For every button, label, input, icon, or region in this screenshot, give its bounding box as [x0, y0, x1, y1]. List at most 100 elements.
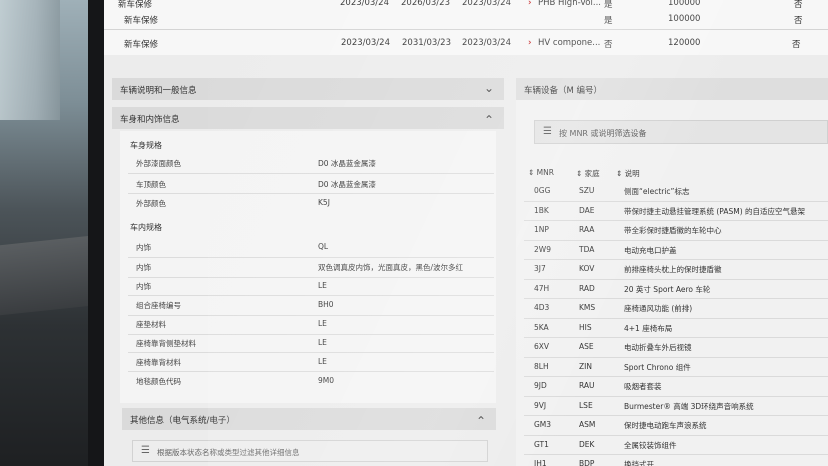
equipment-desc: 4+1 座椅布局: [624, 323, 673, 333]
spec-value: D0 冰晶蓝金属漆: [318, 159, 376, 168]
spec-key: 外部漆面颜色: [136, 159, 181, 168]
equipment-row[interactable]: 0GG SZU 侧面“electric”标志: [524, 182, 828, 202]
equipment-desc: 座椅通风功能 (前排): [624, 304, 693, 313]
group-title: 车身规格: [130, 141, 162, 150]
column-header-mnr[interactable]: ⇕ MNR: [528, 168, 554, 177]
equipment-row[interactable]: 2W9 TDA 电动充电口护盖: [524, 241, 828, 261]
filter-placeholder: 根据版本状态名称或类型过滤其他详细信息: [157, 448, 300, 457]
equipment-mnr: 9VJ: [534, 400, 547, 410]
equipment-mnr: 47H: [534, 283, 550, 293]
warranty-start: 2023/03/24: [341, 38, 390, 48]
warranty-last: 否: [794, 16, 803, 26]
equipment-row[interactable]: 3J7 KOV 前排座椅头枕上的保时捷盾徽: [524, 260, 828, 280]
equipment-row[interactable]: 9VJ LSE Burmester® 高端 3D环绕声音响系统: [524, 397, 828, 417]
column-label: 说明: [624, 169, 640, 178]
spec-row: 内饰 双色调真皮内饰，光面真皮，黑色/波尔多红: [128, 258, 494, 276]
spec-value: BH0: [318, 300, 334, 309]
chevron-up-icon[interactable]: ⌃: [476, 414, 486, 428]
equipment-mnr: 8LH: [534, 361, 549, 371]
warranty-start: 2023/03/24: [340, 0, 389, 8]
spec-value: LE: [318, 281, 327, 290]
equipment-desc: 换挡式开...: [624, 460, 662, 466]
equipment-desc: Sport Chrono 组件: [624, 362, 691, 372]
equipment-row[interactable]: 4D3 KMS 座椅通风功能 (前排): [524, 299, 828, 319]
spec-value: LE: [318, 338, 327, 347]
equipment-panel: 车辆设备（M 编号） ☰ 按 MNR 或说明筛选设备 ⇕ MNR ⇕ 家庭 ⇕ …: [516, 78, 828, 466]
spec-row: 内饰 LE: [128, 277, 494, 295]
equipment-family: LSE: [579, 400, 593, 410]
table-row[interactable]: 新车保修 是 100000 否: [104, 10, 828, 30]
spec-value: 9M0: [318, 376, 335, 385]
equipment-row[interactable]: 1BK DAE 带保时捷主动悬挂管理系统 (PASM) 的自适应空气悬架: [524, 202, 828, 222]
equipment-desc: 全属铰装饰组件: [624, 440, 677, 450]
equipment-desc: 电动折叠车外后视镜: [624, 343, 692, 352]
chevron-right-icon[interactable]: ›: [528, 38, 532, 48]
equipment-family: TDA: [579, 244, 595, 254]
equipment-family: KOV: [579, 264, 595, 273]
equipment-desc: 保时捷电动跑车声浪系统: [624, 421, 707, 430]
row-divider: [104, 29, 828, 30]
row-divider: [128, 173, 494, 174]
warranty-date: 2023/03/24: [462, 0, 511, 8]
equipment-row[interactable]: 5KA HIS 4+1 座椅布局: [524, 319, 828, 339]
warranty-end: 2026/03/23: [401, 0, 450, 8]
equipment-mnr: 4D3: [534, 303, 550, 312]
equipment-row[interactable]: 6XV ASE 电动折叠车外后视镜: [524, 338, 828, 358]
warranty-mileage: 100000: [668, 14, 701, 24]
equipment-mnr: 5KA: [534, 322, 549, 332]
section-title: 车辆设备（M 编号）: [524, 86, 603, 96]
chevron-up-icon[interactable]: ⌃: [484, 113, 494, 127]
background-desk: [0, 234, 100, 316]
section-other-header[interactable]: 其他信息（电气系统/电子） ⌃: [122, 408, 496, 430]
section-general-header[interactable]: 车辆说明和一般信息 ⌄: [112, 78, 504, 100]
spec-key: 外部颜色: [136, 199, 166, 208]
warranty-type: 新车保修: [118, 0, 153, 10]
filter-icon: ☰: [141, 445, 150, 456]
equipment-row[interactable]: JH1 BDP 换挡式开...: [524, 455, 828, 466]
equipment-desc: 带全彩保时捷盾徽的车轮中心: [624, 226, 722, 235]
spec-row: 地毯颜色代码 9M0: [128, 372, 494, 390]
equipment-row[interactable]: 47H RAD 20 英寸 Sport Aero 车轮: [524, 280, 828, 300]
equipment-row[interactable]: 9JD RAU 吸烟者套装: [524, 377, 828, 397]
equipment-row[interactable]: GT1 DEK 全属铰装饰组件: [524, 436, 828, 456]
equipment-mnr: 3J7: [534, 264, 546, 273]
other-info-filter-input[interactable]: ☰ 根据版本状态名称或类型过滤其他详细信息: [132, 440, 488, 462]
background-window: [0, 0, 60, 120]
equipment-desc: 带保时捷主动悬挂管理系统 (PASM) 的自适应空气悬架: [624, 206, 806, 216]
equipment-family: SZU: [579, 186, 595, 195]
warranty-table: 新车保修 2023/03/24 2026/03/23 2023/03/24 › …: [104, 0, 828, 55]
group-title: 车内规格: [130, 223, 162, 232]
equipment-row[interactable]: GM3 ASM 保时捷电动跑车声浪系统: [524, 416, 828, 436]
spec-row: 外部颜色 K5J: [128, 194, 494, 212]
equipment-mnr: JH1: [534, 459, 547, 466]
table-row[interactable]: 新车保修 2023/03/24 2031/03/23 2023/03/24 › …: [104, 34, 828, 54]
column-label: 家庭: [584, 169, 600, 178]
equipment-desc: 前排座椅头枕上的保时捷盾徽: [624, 265, 722, 274]
equipment-family: BDP: [579, 459, 595, 466]
equipment-family: DAE: [579, 205, 595, 215]
spec-row: 车顶颜色 D0 冰晶蓝金属漆: [128, 175, 494, 193]
equipment-filter-input[interactable]: ☰ 按 MNR 或说明筛选设备: [534, 120, 828, 144]
equipment-header: 车辆设备（M 编号）: [516, 78, 828, 100]
equipment-mnr: GT1: [534, 439, 549, 449]
spec-value: K5J: [318, 198, 330, 207]
equipment-mnr: 9JD: [534, 381, 547, 390]
equipment-mnr: GM3: [534, 420, 552, 429]
spec-row: 座椅靠背侧垫材料 LE: [128, 334, 494, 352]
chevron-right-icon[interactable]: ›: [528, 0, 532, 8]
warranty-flag: 是: [604, 0, 613, 10]
equipment-family: DEK: [579, 439, 595, 449]
section-body-header[interactable]: 车身和内饰信息 ⌃: [112, 107, 504, 129]
column-header-desc[interactable]: ⇕ 说明: [616, 168, 640, 179]
spec-key: 座椅靠背侧垫材料: [136, 339, 196, 348]
equipment-row[interactable]: 8LH ZIN Sport Chrono 组件: [524, 358, 828, 378]
column-header-family[interactable]: ⇕ 家庭: [576, 168, 600, 179]
section-title: 其他信息（电气系统/电子）: [130, 416, 235, 426]
equipment-row[interactable]: 1NP RAA 带全彩保时捷盾徽的车轮中心: [524, 221, 828, 241]
chevron-down-icon[interactable]: ⌄: [484, 81, 494, 95]
equipment-desc: Burmester® 高端 3D环绕声音响系统: [624, 401, 754, 411]
spec-key: 车顶颜色: [136, 180, 166, 189]
spec-value: D0 冰晶蓝金属漆: [318, 180, 376, 189]
equipment-desc: 侧面“electric”标志: [624, 187, 690, 196]
equipment-mnr: 1BK: [534, 205, 549, 215]
